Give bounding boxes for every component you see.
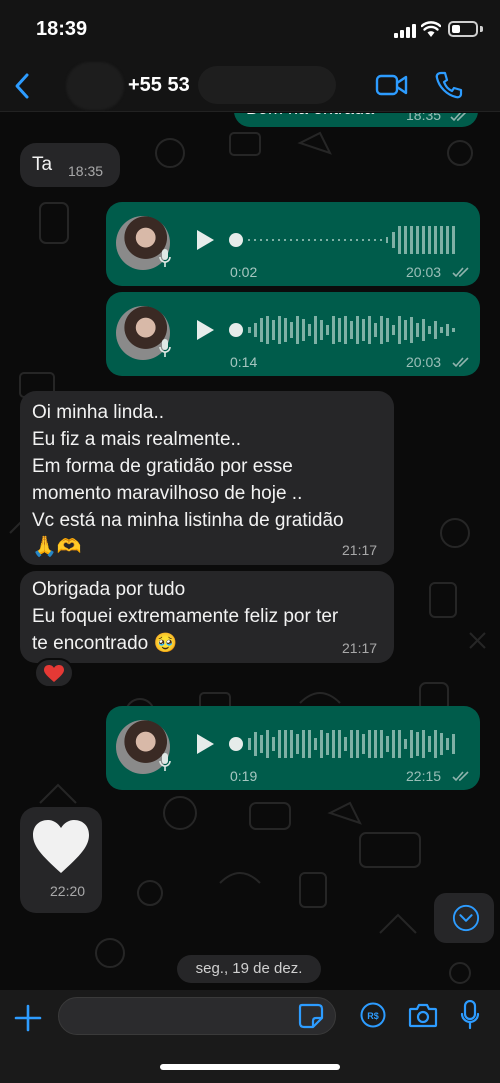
message-text: Ta — [32, 154, 53, 175]
message-time: 18:35 — [406, 113, 442, 123]
scroll-to-bottom-button[interactable] — [434, 893, 494, 943]
message-time: 20:03 — [406, 264, 442, 280]
message-text: Obrigada por tudo Eu foquei extremamente… — [32, 579, 339, 654]
read-ticks-icon — [452, 357, 469, 368]
play-icon[interactable] — [194, 732, 216, 756]
message-time: 22:20 — [50, 883, 86, 899]
chevron-down-icon — [452, 904, 480, 932]
reaction-badge[interactable] — [34, 658, 74, 688]
wifi-icon — [421, 21, 441, 37]
message-incoming[interactable]: Obrigada por tudo Eu foquei extremamente… — [20, 571, 394, 663]
chat-area[interactable]: Bom na entrada 18:35 Ta 18:35 — [0, 113, 500, 990]
battery-tip — [480, 26, 483, 32]
back-icon[interactable] — [12, 72, 34, 100]
home-indicator — [160, 1064, 340, 1070]
read-ticks-icon — [452, 771, 469, 782]
microphone-icon — [159, 753, 171, 771]
input-bar: R$ — [0, 990, 500, 1083]
chat-header: +55 53 — [0, 60, 500, 112]
message-time: 20:03 — [406, 354, 442, 370]
message-incoming-emoji[interactable]: 22:20 — [20, 807, 102, 913]
play-icon[interactable] — [194, 318, 216, 342]
video-call-icon[interactable] — [375, 72, 409, 98]
message-incoming[interactable]: Oi minha linda.. Eu fiz a mais realmente… — [20, 391, 394, 565]
voice-duration: 0:02 — [230, 264, 258, 280]
voice-waveform[interactable] — [228, 724, 468, 764]
contact-avatar[interactable] — [66, 62, 124, 110]
voice-message[interactable]: 0:14 20:03 — [106, 292, 480, 376]
status-bar: 18:39 — [0, 0, 500, 60]
voice-waveform[interactable] — [228, 310, 468, 350]
play-icon[interactable] — [194, 228, 216, 252]
message-time: 22:15 — [406, 768, 442, 784]
plus-icon[interactable] — [14, 1004, 42, 1032]
read-ticks-icon — [450, 113, 467, 122]
voice-message[interactable]: 0:19 22:15 — [106, 706, 480, 790]
date-separator: seg., 19 de dez. — [177, 955, 321, 983]
message-text: Bom na entrada — [246, 113, 406, 122]
cellular-signal-icon — [394, 24, 416, 38]
voice-message[interactable]: 0:02 20:03 — [106, 202, 480, 286]
camera-icon[interactable] — [408, 1002, 438, 1028]
battery-icon — [448, 21, 478, 37]
microphone-icon[interactable] — [460, 1000, 480, 1030]
message-incoming[interactable]: Ta 18:35 — [20, 143, 120, 187]
message-emoji: 🙏🫶 — [32, 536, 82, 558]
red-heart-icon — [44, 665, 64, 682]
message-time: 18:35 — [68, 163, 104, 179]
voice-waveform[interactable] — [228, 220, 468, 260]
message-text: Oi minha linda.. Eu fiz a mais realmente… — [32, 402, 344, 531]
phone-call-icon[interactable] — [434, 70, 464, 100]
sticker-icon[interactable] — [298, 1003, 324, 1029]
read-ticks-icon — [452, 267, 469, 278]
svg-text:R$: R$ — [367, 1011, 379, 1021]
payment-icon[interactable]: R$ — [360, 1002, 386, 1028]
status-time: 18:39 — [36, 18, 88, 40]
voice-duration: 0:19 — [230, 768, 258, 784]
contact-name[interactable]: +55 53 — [128, 74, 190, 97]
message-input[interactable] — [58, 997, 336, 1035]
microphone-icon — [159, 249, 171, 267]
message-outgoing-partial[interactable]: Bom na entrada 18:35 — [234, 113, 478, 127]
message-time: 21:17 — [342, 542, 378, 558]
redacted-name-blur — [198, 66, 336, 104]
voice-duration: 0:14 — [230, 354, 258, 370]
microphone-icon — [159, 339, 171, 357]
message-time: 21:17 — [342, 640, 378, 656]
white-heart-icon — [33, 820, 89, 873]
